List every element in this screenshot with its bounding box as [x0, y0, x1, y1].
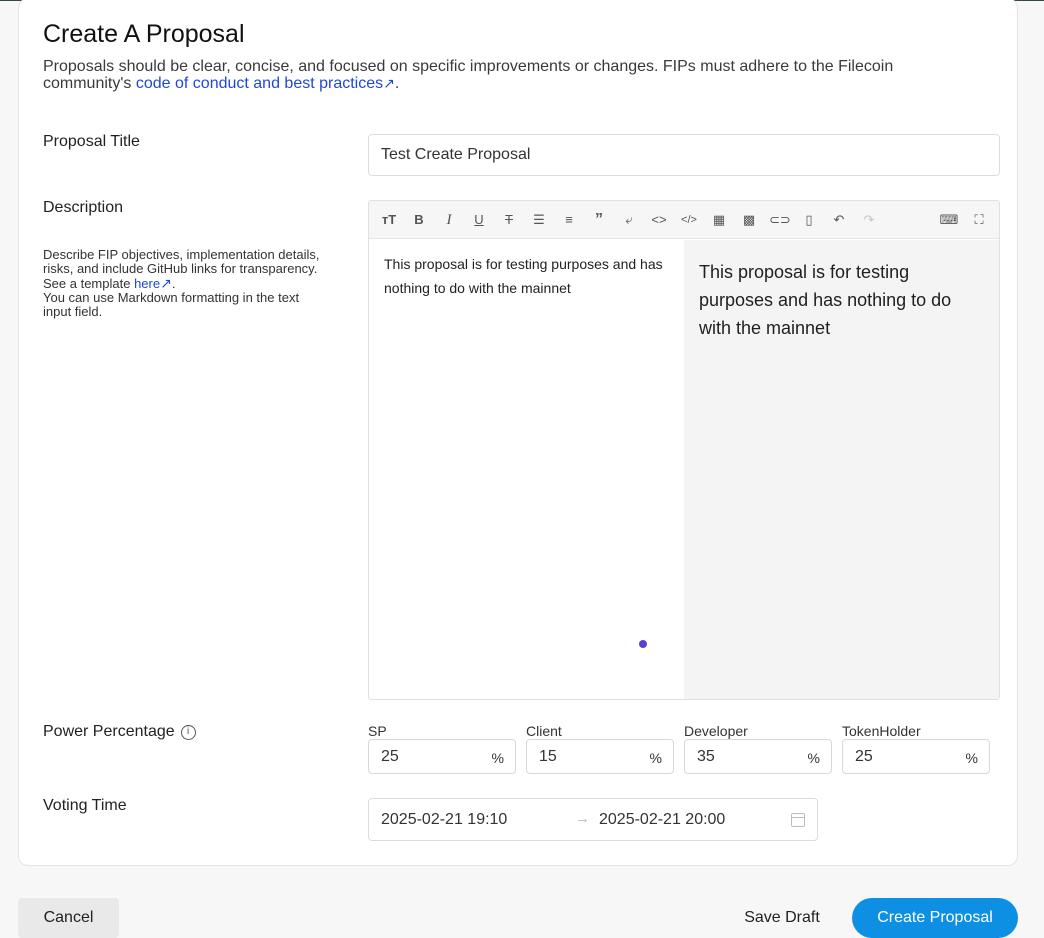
- sp-input[interactable]: 25 %: [368, 739, 516, 774]
- code-of-conduct-link[interactable]: code of conduct and best practices↗: [136, 75, 395, 92]
- italic-icon[interactable]: I: [439, 210, 459, 230]
- ordered-list-icon[interactable]: ≡: [559, 210, 579, 230]
- client-label: Client: [526, 723, 562, 739]
- description-textarea[interactable]: This proposal is for testing purposes an…: [369, 240, 684, 699]
- description-help: Describe FIP objectives, implementation …: [43, 247, 320, 319]
- fullscreen-icon[interactable]: ⛶: [969, 210, 989, 230]
- code-block-icon[interactable]: </>: [679, 210, 699, 230]
- editor-toolbar: ᴛT B I U T ☰ ≡ ” ⤶ <> </> ▦ ▩ ⊂⊃ ▯ ↶ ↷ ⌨…: [369, 201, 999, 239]
- strikethrough-icon[interactable]: T: [499, 210, 519, 230]
- page-title: Create A Proposal: [43, 20, 245, 48]
- delete-icon[interactable]: ▯: [799, 210, 819, 230]
- voting-time-range-picker[interactable]: 2025-02-21 19:10 → 2025-02-21 20:00: [368, 798, 818, 841]
- create-proposal-button[interactable]: Create Proposal: [852, 898, 1018, 938]
- template-link[interactable]: here↗: [134, 276, 172, 291]
- inline-code-icon[interactable]: <>: [649, 210, 669, 230]
- cancel-button[interactable]: Cancel: [18, 898, 119, 938]
- intro-text: Proposals should be clear, concise, and …: [43, 58, 894, 92]
- save-draft-button[interactable]: Save Draft: [730, 898, 834, 938]
- proposal-title-label: Proposal Title: [43, 133, 140, 150]
- power-percentage-label: Power Percentage i: [43, 723, 196, 741]
- sp-label: SP: [368, 723, 387, 739]
- quote-icon[interactable]: ”: [589, 210, 609, 230]
- voting-end-input[interactable]: 2025-02-21 20:00: [599, 811, 725, 829]
- external-link-icon: ↗: [160, 275, 172, 291]
- undo-icon[interactable]: ↶: [829, 210, 849, 230]
- description-label: Description: [43, 199, 124, 216]
- calendar-icon[interactable]: [791, 813, 805, 827]
- developer-label: Developer: [684, 723, 748, 739]
- scroll-sync-dot: [639, 640, 647, 648]
- developer-input[interactable]: 35 %: [684, 739, 832, 774]
- underline-icon[interactable]: U: [469, 210, 489, 230]
- redo-icon[interactable]: ↷: [859, 210, 879, 230]
- range-arrow-icon: →: [575, 810, 590, 827]
- unordered-list-icon[interactable]: ☰: [529, 210, 549, 230]
- info-icon[interactable]: i: [180, 724, 196, 740]
- proposal-title-input[interactable]: [368, 134, 1000, 176]
- link-icon[interactable]: ⊂⊃: [769, 210, 791, 230]
- heading-icon[interactable]: ᴛT: [379, 210, 399, 230]
- tokenholder-label: TokenHolder: [842, 723, 921, 739]
- voting-start-input[interactable]: 2025-02-21 19:10: [381, 811, 507, 829]
- client-input[interactable]: 15 %: [526, 739, 674, 774]
- table-icon[interactable]: ▦: [709, 210, 729, 230]
- keyboard-icon[interactable]: ⌨: [939, 210, 959, 230]
- markdown-editor: ᴛT B I U T ☰ ≡ ” ⤶ <> </> ▦ ▩ ⊂⊃ ▯ ↶ ↷ ⌨…: [368, 200, 1000, 700]
- image-icon[interactable]: ▩: [739, 210, 759, 230]
- voting-time-label: Voting Time: [43, 797, 127, 814]
- tokenholder-input[interactable]: 25 %: [842, 739, 990, 774]
- wrap-icon[interactable]: ⤶: [619, 210, 639, 230]
- external-link-icon: ↗: [383, 75, 395, 91]
- description-preview: This proposal is for testing purposes an…: [684, 240, 999, 699]
- bold-icon[interactable]: B: [409, 210, 429, 230]
